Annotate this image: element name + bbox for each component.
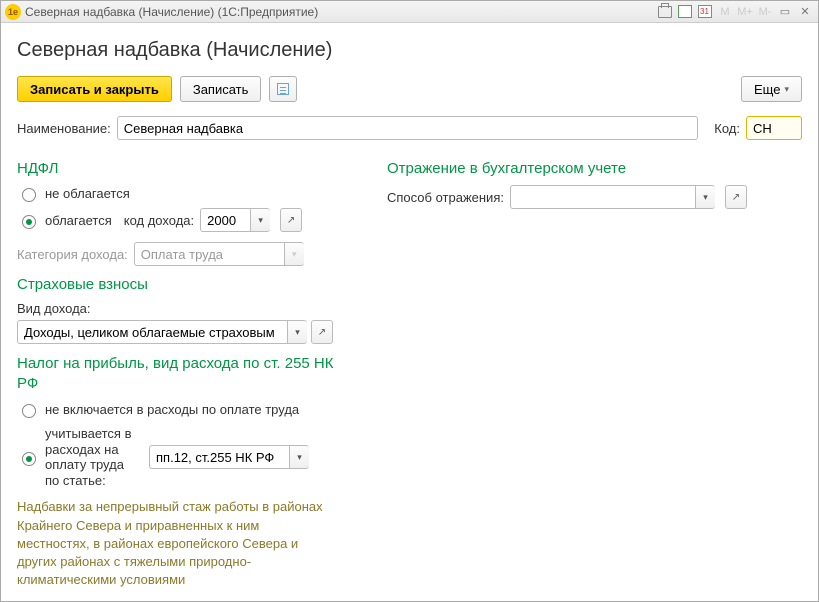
pt-article-input[interactable] <box>149 445 289 469</box>
ndfl-header: НДФЛ <box>17 160 357 177</box>
pt-included-radio[interactable] <box>22 452 36 466</box>
reflection-method-open-button[interactable]: ↗ <box>725 185 747 209</box>
name-label: Наименование: <box>17 121 111 136</box>
save-and-close-button[interactable]: Записать и закрыть <box>17 76 172 102</box>
income-type-dropdown-icon[interactable]: ▾ <box>287 320 307 344</box>
toolbar: Записать и закрыть Записать Еще <box>17 76 802 102</box>
open-external-icon: ↗ <box>318 327 326 338</box>
m-plus-button[interactable]: M+ <box>736 4 754 20</box>
reflection-method-dropdown-icon[interactable]: ▾ <box>695 185 715 209</box>
code-label: Код: <box>714 121 740 136</box>
profit-tax-header: Налог на прибыль, вид расхода по ст. 255… <box>17 354 357 393</box>
ndfl-taxed-label: облагается <box>45 213 112 228</box>
calendar-31-icon[interactable] <box>696 4 714 20</box>
name-input[interactable] <box>117 116 699 140</box>
pt-not-included-label: не включается в расходы по оплате труда <box>45 402 299 417</box>
code-input[interactable] <box>746 116 802 140</box>
window: 1e Северная надбавка (Начисление) (1С:Пр… <box>0 0 819 602</box>
income-type-input[interactable] <box>17 320 287 344</box>
accounting-header: Отражение в бухгалтерском учете <box>387 160 802 177</box>
save-button[interactable]: Записать <box>180 76 262 102</box>
ndfl-not-taxed-label: не облагается <box>45 186 130 201</box>
window-title: Северная надбавка (Начисление) (1С:Предп… <box>25 5 318 19</box>
m-button[interactable]: M <box>716 4 734 20</box>
calendar-green-icon[interactable] <box>676 4 694 20</box>
print-icon[interactable] <box>656 4 674 20</box>
minimize-icon[interactable]: ▭ <box>776 4 794 20</box>
reflection-method-label: Способ отражения: <box>387 190 504 205</box>
income-category-input <box>134 242 284 266</box>
income-category-dropdown-icon: ▾ <box>284 242 304 266</box>
income-type-label: Вид дохода: <box>17 301 357 316</box>
income-type-open-button[interactable]: ↗ <box>311 320 333 344</box>
description-text: Надбавки за непрерывный стаж работы в ра… <box>17 498 327 589</box>
list-button[interactable] <box>269 76 297 102</box>
titlebar: 1e Северная надбавка (Начисление) (1С:Пр… <box>1 1 818 23</box>
close-icon[interactable]: ✕ <box>796 4 814 20</box>
ndfl-not-taxed-radio[interactable] <box>22 188 36 202</box>
reflection-method-input[interactable] <box>510 185 695 209</box>
income-code-open-button[interactable]: ↗ <box>280 208 302 232</box>
page-title: Северная надбавка (Начисление) <box>17 39 802 62</box>
pt-included-label: учитывается в расходах на оплату труда п… <box>45 426 135 488</box>
list-icon <box>277 83 289 95</box>
open-external-icon: ↗ <box>287 215 295 226</box>
income-code-input[interactable] <box>200 208 250 232</box>
app-icon: 1e <box>5 4 21 20</box>
ndfl-taxed-radio[interactable] <box>22 215 36 229</box>
open-external-icon: ↗ <box>732 192 740 203</box>
income-code-dropdown-icon[interactable]: ▾ <box>250 208 270 232</box>
pt-not-included-radio[interactable] <box>22 404 36 418</box>
income-category-label: Категория дохода: <box>17 247 128 262</box>
pt-article-dropdown-icon[interactable]: ▾ <box>289 445 309 469</box>
m-minus-button[interactable]: M- <box>756 4 774 20</box>
income-code-label: код дохода: <box>124 213 194 228</box>
insurance-header: Страховые взносы <box>17 276 357 293</box>
more-button[interactable]: Еще <box>741 76 802 102</box>
